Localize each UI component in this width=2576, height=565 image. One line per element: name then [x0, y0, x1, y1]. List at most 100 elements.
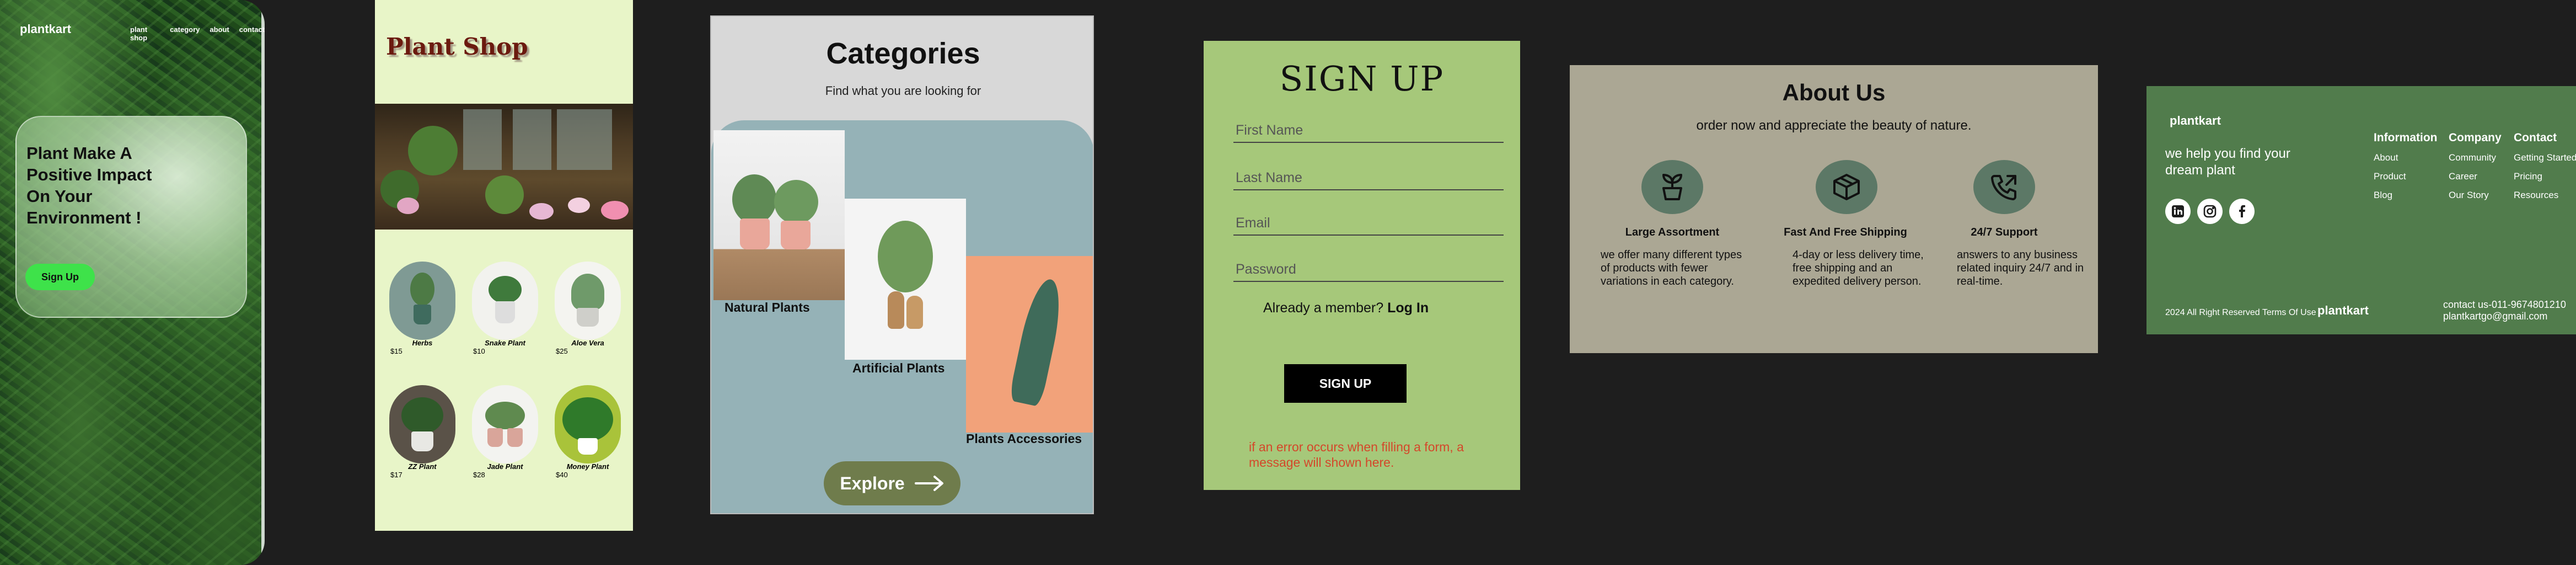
plant-image	[389, 262, 455, 340]
hero-signup-button[interactable]: Sign Up	[25, 264, 95, 290]
hero-title-line: Plant Make A	[26, 143, 132, 163]
feature-heading: Fast And Free Shipping	[1784, 226, 1907, 238]
plant-image	[472, 262, 538, 340]
artificial-plants-image[interactable]	[845, 199, 966, 360]
plant-image	[555, 385, 621, 463]
plant-price: $17	[390, 471, 402, 479]
plant-card-money-plant[interactable]: Money Plant $40	[555, 385, 621, 479]
plant-name: ZZ Plant	[408, 462, 437, 471]
nav-contact[interactable]: contact	[239, 25, 265, 42]
footer-link-our-story[interactable]: Our Story	[2449, 190, 2502, 201]
natural-plants-image[interactable]	[713, 130, 845, 300]
error-message: if an error occurs when filling a form, …	[1249, 440, 1464, 470]
footer-frame: plantkart we help you find your dream pl…	[2146, 86, 2576, 334]
plant-name: Herbs	[412, 339, 433, 347]
last-name-field[interactable]: Last Name	[1233, 168, 1504, 190]
footer-column-company: Company Community Career Our Story	[2449, 131, 2502, 209]
shop-flowers	[601, 201, 629, 220]
footer-link-community[interactable]: Community	[2449, 152, 2502, 163]
linkedin-icon[interactable]	[2165, 199, 2191, 224]
plant-price: $10	[473, 347, 485, 355]
footer-link-resources[interactable]: Resources	[2514, 190, 2576, 201]
nav-category[interactable]: category	[170, 25, 200, 42]
plant-card-jade-plant[interactable]: Jade Plant $28	[472, 385, 538, 479]
hero-title-line: Positive Impact	[26, 165, 152, 184]
feature-text: 4-day or less delivery time, free shippi…	[1793, 249, 1924, 287]
contact-phone[interactable]: contact us-011-9674801210	[2443, 299, 2566, 311]
shop-flowers	[397, 198, 419, 214]
hero-title: Plant Make A Positive Impact On Your Env…	[26, 142, 170, 228]
footer-column-heading: Company	[2449, 131, 2502, 144]
about-title: About Us	[1782, 79, 1886, 105]
footer-column-heading: Contact	[2514, 131, 2557, 144]
about-frame: About Us order now and appreciate the be…	[1570, 65, 2098, 353]
footer-link-product[interactable]: Product	[2374, 171, 2438, 182]
box-icon	[1816, 160, 1877, 214]
copyright-text: 2024 All Right Reserved Terms Of Use	[2165, 308, 2316, 317]
category-label[interactable]: Plants Accessories	[966, 431, 1082, 446]
plant-price: $28	[473, 471, 485, 479]
plant-icon	[1641, 160, 1703, 214]
plant-price: $25	[556, 347, 568, 355]
brand-logo[interactable]: plantkart	[20, 22, 71, 36]
shop-title: Plant Shop	[386, 33, 528, 60]
footer-link-career[interactable]: Career	[2449, 171, 2502, 182]
footer-brand[interactable]: plantkart	[2170, 114, 2221, 128]
feature-heading: 24/7 Support	[1971, 226, 2038, 238]
email-field[interactable]: Email	[1233, 213, 1504, 236]
footer-link-about[interactable]: About	[2374, 152, 2438, 163]
plant-accessories-image[interactable]	[966, 256, 1093, 433]
plant-card-aloe-vera[interactable]: Aloe Vera $25	[555, 262, 621, 355]
footer-link-pricing[interactable]: Pricing	[2514, 171, 2576, 182]
categories-frame: Categories Find what you are looking for…	[710, 15, 1094, 514]
copyright-brand: plantkart	[2317, 303, 2369, 317]
footer-link-getting-started[interactable]: Getting Started	[2514, 152, 2576, 163]
shop-plant	[408, 126, 458, 175]
top-nav: plant shop category about contact	[130, 25, 265, 42]
plant-name: Jade Plant	[487, 462, 523, 471]
categories-title: Categories	[826, 37, 980, 70]
plant-name: Snake Plant	[485, 339, 525, 347]
first-name-field[interactable]: First Name	[1233, 120, 1504, 143]
plant-card-herbs[interactable]: Herbs $15	[389, 262, 455, 355]
shop-flowers	[568, 198, 590, 213]
plant-name: Money Plant	[566, 462, 609, 471]
nav-plant-shop[interactable]: plant shop	[130, 25, 160, 42]
about-subtitle: order now and appreciate the beauty of n…	[1696, 118, 1972, 133]
shop-window	[463, 109, 502, 170]
feature-text: we offer many different types of product…	[1601, 249, 1742, 287]
plant-shop-frame: Plant Shop Herbs $15 Snake Plant $10 Alo…	[375, 0, 633, 531]
signup-title: SIGN UP	[1279, 58, 1445, 99]
frame-edge	[261, 0, 265, 565]
shop-photo	[375, 104, 633, 230]
hero-title-line: Environment !	[26, 208, 142, 227]
hero-frame: plantkart plant shop category about cont…	[0, 0, 265, 565]
category-label[interactable]: Artificial Plants	[852, 361, 944, 376]
contact-email[interactable]: plantkartgo@gmail.com	[2443, 311, 2566, 322]
member-prompt: Already a member? Log In	[1263, 300, 1429, 316]
category-label[interactable]: Natural Plants	[724, 300, 810, 315]
categories-subtitle: Find what you are looking for	[825, 84, 981, 98]
footer-column-heading: Information	[2374, 131, 2438, 144]
plant-card-snake-plant[interactable]: Snake Plant $10	[472, 262, 538, 355]
plant-image	[389, 385, 455, 463]
explore-label: Explore	[840, 473, 905, 493]
shop-flowers	[529, 203, 554, 220]
facebook-icon[interactable]	[2229, 199, 2255, 224]
feature-heading: Large Assortment	[1625, 226, 1720, 238]
instagram-icon[interactable]	[2197, 199, 2223, 224]
phone-icon	[1973, 160, 2035, 214]
footer-link-blog[interactable]: Blog	[2374, 190, 2438, 201]
feature-text: answers to any business related inquiry …	[1957, 249, 2084, 287]
footer-tagline: we help you find your dream plant	[2165, 146, 2290, 178]
login-link[interactable]: Log In	[1387, 300, 1429, 316]
plant-card-zz-plant[interactable]: ZZ Plant $17	[389, 385, 455, 479]
password-field[interactable]: Password	[1233, 259, 1504, 282]
signup-submit-button[interactable]: SIGN UP	[1284, 364, 1407, 403]
member-text: Already a member?	[1263, 300, 1384, 316]
shop-plant	[485, 175, 524, 214]
nav-about[interactable]: about	[210, 25, 229, 42]
explore-button[interactable]: Explore	[824, 461, 960, 505]
footer-contact: contact us-011-9674801210 plantkartgo@gm…	[2443, 299, 2566, 322]
footer-column-contact: Contact Getting Started Pricing Resource…	[2514, 131, 2576, 209]
